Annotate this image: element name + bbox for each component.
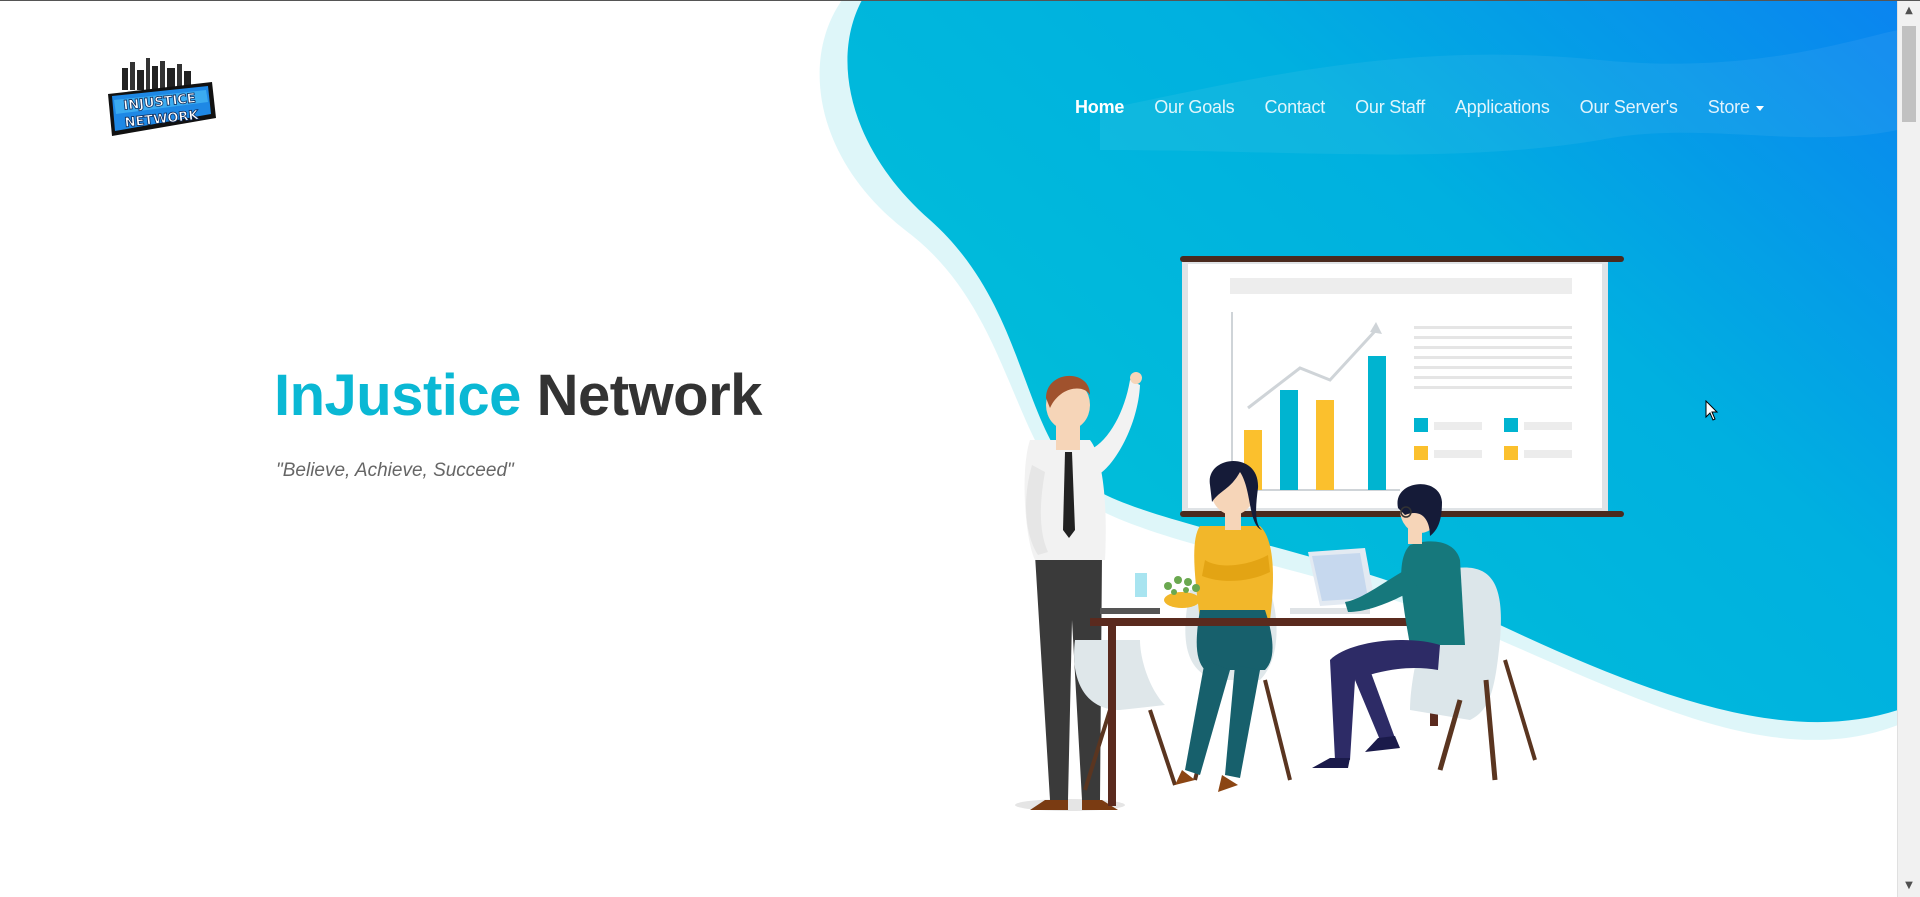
nav-our-staff[interactable]: Our Staff [1340,97,1440,118]
page-scrollbar[interactable]: ▲ ▼ [1897,0,1920,897]
hero-title: InJustice Network [274,362,762,429]
nav-our-servers[interactable]: Our Server's [1565,97,1693,118]
mouse-pointer-icon [1705,400,1719,421]
nav-applications[interactable]: Applications [1440,97,1565,118]
scrollbar-thumb[interactable] [1902,26,1916,122]
scroll-up-arrow-icon[interactable]: ▲ [1898,0,1920,22]
team-meeting-illustration [1015,256,1624,811]
nav-our-goals[interactable]: Our Goals [1139,97,1249,118]
scroll-down-arrow-icon[interactable]: ▼ [1898,875,1920,897]
caret-down-icon [1755,105,1764,111]
nav-contact[interactable]: Contact [1249,97,1340,118]
hero-title-accent: InJustice [274,363,521,428]
standing-presenter-figure [1015,372,1142,811]
injustice-network-logo[interactable]: INJUSTICE NETWORK [100,56,220,148]
main-navigation: Home Our Goals Contact Our Staff Applica… [1060,97,1779,118]
window-top-border [0,0,1920,1]
seated-man-figure [1312,484,1537,781]
hero-title-rest: Network [536,363,763,428]
nav-store-label: Store [1707,97,1750,117]
hero-tagline: "Believe, Achieve, Succeed" [276,460,514,481]
nav-home[interactable]: Home [1060,97,1139,118]
nav-store-dropdown[interactable]: Store [1693,97,1779,118]
